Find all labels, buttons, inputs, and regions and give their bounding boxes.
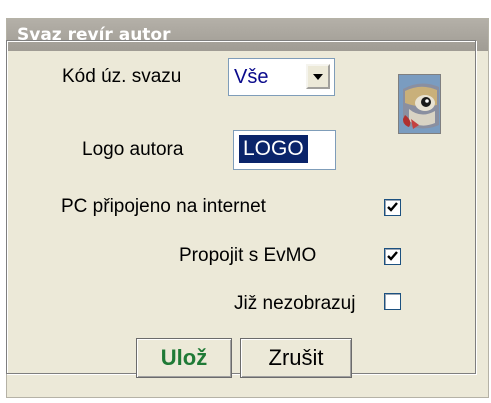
- kod-uz-svazu-value: Vše: [234, 66, 269, 88]
- chevron-down-icon: [313, 73, 323, 80]
- logo-autora-field[interactable]: LOGO: [233, 130, 336, 170]
- hide-checkbox[interactable]: [384, 293, 401, 310]
- pc-internet-checkbox[interactable]: [384, 199, 401, 216]
- combo-dropdown-button[interactable]: [306, 64, 330, 89]
- save-button[interactable]: Ulož: [136, 338, 232, 378]
- kod-uz-svazu-select[interactable]: Vše: [228, 58, 335, 96]
- evmo-label: Propojit s EvMO: [179, 245, 317, 266]
- fish-icon[interactable]: [398, 74, 441, 134]
- evmo-checkbox[interactable]: [384, 248, 401, 265]
- logo-autora-value: LOGO: [239, 135, 308, 163]
- kod-uz-svazu-label: Kód úz. svazu: [62, 66, 182, 87]
- checkmark-icon: [387, 202, 398, 212]
- cancel-button[interactable]: Zrušit: [240, 338, 352, 378]
- logo-autora-label: Logo autora: [82, 139, 184, 160]
- fish-image: [399, 75, 440, 133]
- hide-label: Již nezobrazuj: [234, 293, 356, 314]
- checkmark-icon: [387, 251, 398, 261]
- pc-internet-label: PC připojeno na internet: [61, 196, 266, 217]
